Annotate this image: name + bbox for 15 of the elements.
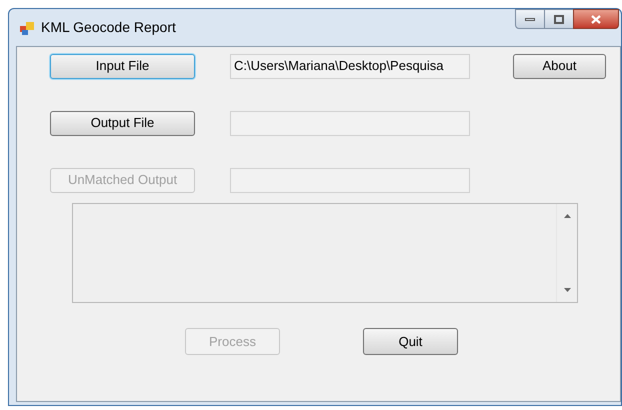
text-field[interactable] [230, 110, 470, 136]
scroll-up-icon[interactable] [564, 214, 570, 218]
window-title: KML Geocode Report [41, 18, 176, 37]
button[interactable]: Quit [363, 328, 458, 355]
close-button[interactable] [573, 9, 619, 29]
button[interactable]: About [513, 54, 606, 78]
maximize-button[interactable] [545, 9, 573, 29]
text-field[interactable]: C:\Users\Mariana\Desktop\Pesquisa [230, 54, 470, 78]
text-field[interactable] [230, 168, 470, 192]
close-icon [591, 14, 601, 24]
button[interactable]: Output File [50, 110, 195, 136]
minimize-button[interactable] [515, 9, 545, 29]
app-icon [19, 20, 35, 36]
scroll-down-icon[interactable] [564, 288, 570, 292]
button[interactable]: Input File [50, 54, 195, 78]
